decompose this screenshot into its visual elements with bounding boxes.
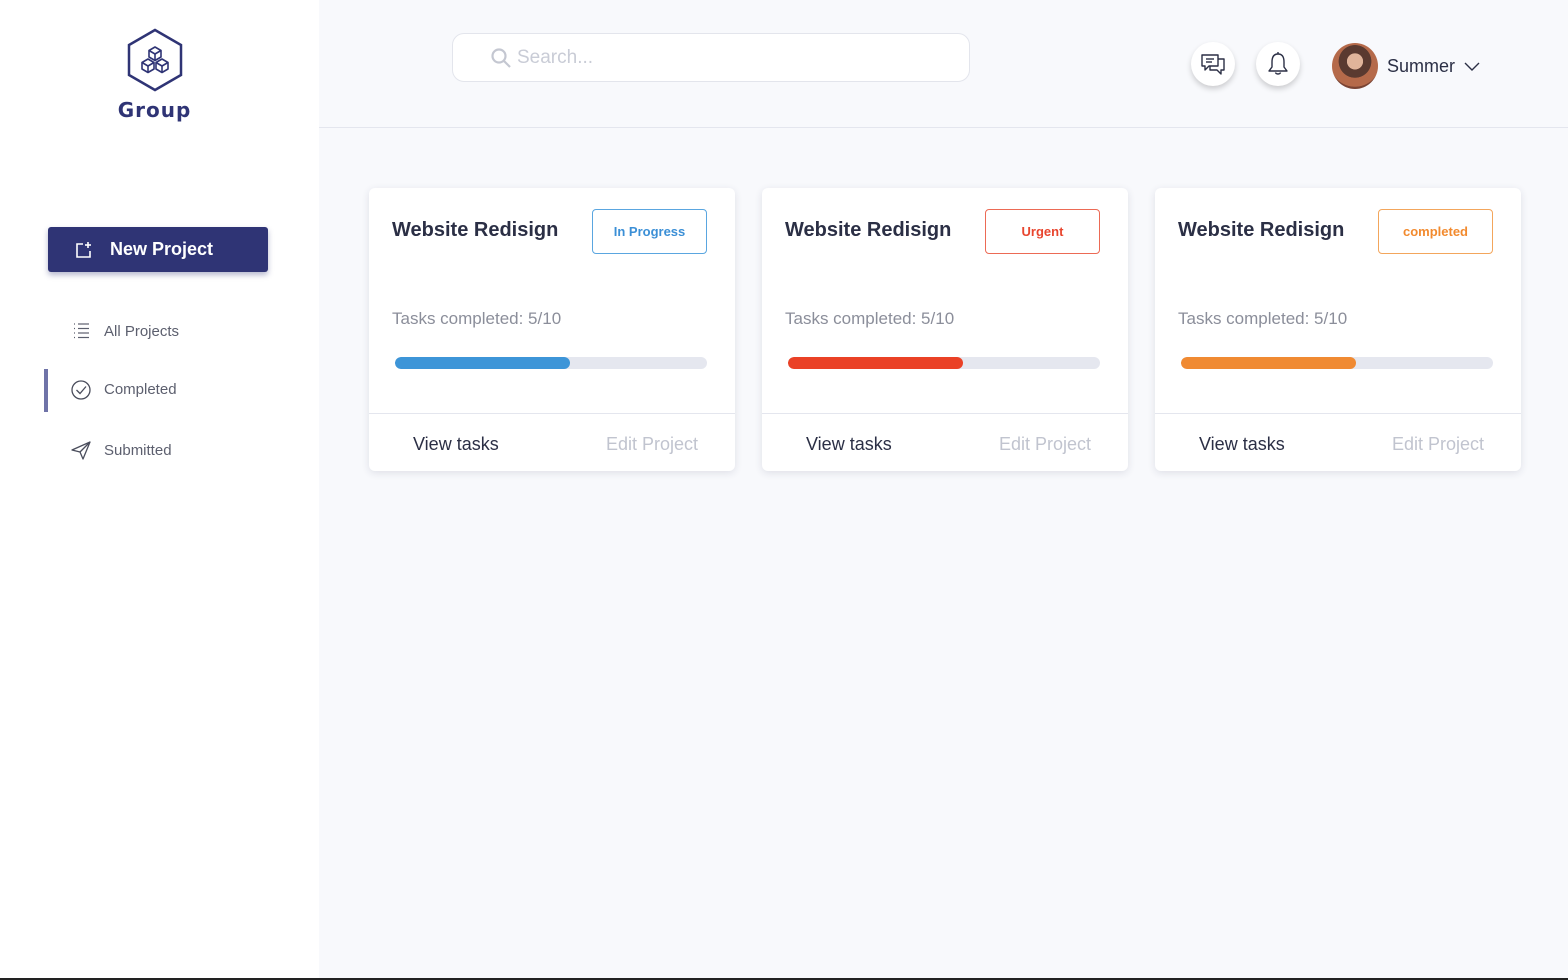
search-input[interactable] [517,46,937,69]
messages-button[interactable] [1191,42,1235,86]
active-indicator [44,369,48,412]
status-badge: In Progress [592,209,707,254]
project-title: Website Redisign [392,219,559,241]
notifications-button[interactable] [1256,42,1300,86]
edit-project-link[interactable]: Edit Project [999,434,1091,455]
status-badge: completed [1378,209,1493,254]
sidebar: Group New Project All Projects Completed… [0,0,319,980]
tasks-completed-text: Tasks completed: 5/10 [785,309,955,328]
send-icon [70,439,92,461]
new-project-button[interactable]: New Project [48,227,268,272]
chat-icon [1199,51,1227,77]
user-name: Summer [1387,55,1456,76]
sidebar-item-completed[interactable]: Completed [70,374,177,404]
brand-logo[interactable]: Group [0,28,309,122]
sidebar-item-label: Completed [104,380,177,398]
sidebar-item-submitted[interactable]: Submitted [70,435,172,465]
progress-fill [788,357,963,369]
hexagon-cubes-icon [127,28,182,92]
new-project-label: New Project [110,239,214,259]
avatar [1332,43,1378,89]
bell-icon [1266,51,1290,77]
project-card: Website Redisign In Progress Tasks compl… [369,188,735,471]
status-badge: Urgent [985,209,1100,254]
header-divider [319,127,1568,128]
progress-bar [788,357,1100,369]
sidebar-item-all-projects[interactable]: All Projects [70,316,179,346]
card-divider [762,413,1128,414]
progress-bar [1181,357,1493,369]
sidebar-item-label: All Projects [104,322,180,340]
sidebar-item-label: Submitted [104,441,172,459]
view-tasks-link[interactable]: View tasks [806,434,892,455]
view-tasks-link[interactable]: View tasks [1199,434,1285,455]
edit-project-link[interactable]: Edit Project [606,434,698,455]
search-icon [489,46,513,70]
card-divider [369,413,735,414]
tasks-completed-text: Tasks completed: 5/10 [392,309,562,328]
search-bar[interactable] [452,33,970,82]
edit-project-link[interactable]: Edit Project [1392,434,1484,455]
chevron-down-icon [1463,60,1481,72]
project-card: Website Redisign completed Tasks complet… [1155,188,1521,471]
check-circle-icon [70,378,92,400]
project-title: Website Redisign [1178,219,1345,241]
brand-name: Group [117,98,192,122]
view-tasks-link[interactable]: View tasks [413,434,499,455]
project-title: Website Redisign [785,219,952,241]
progress-fill [1181,357,1356,369]
progress-fill [395,357,570,369]
card-divider [1155,413,1521,414]
list-icon [70,320,92,342]
user-menu[interactable]: Summer [1332,43,1481,89]
new-folder-icon [74,240,94,260]
progress-bar [395,357,707,369]
tasks-completed-text: Tasks completed: 5/10 [1178,309,1348,328]
project-card: Website Redisign Urgent Tasks completed:… [762,188,1128,471]
